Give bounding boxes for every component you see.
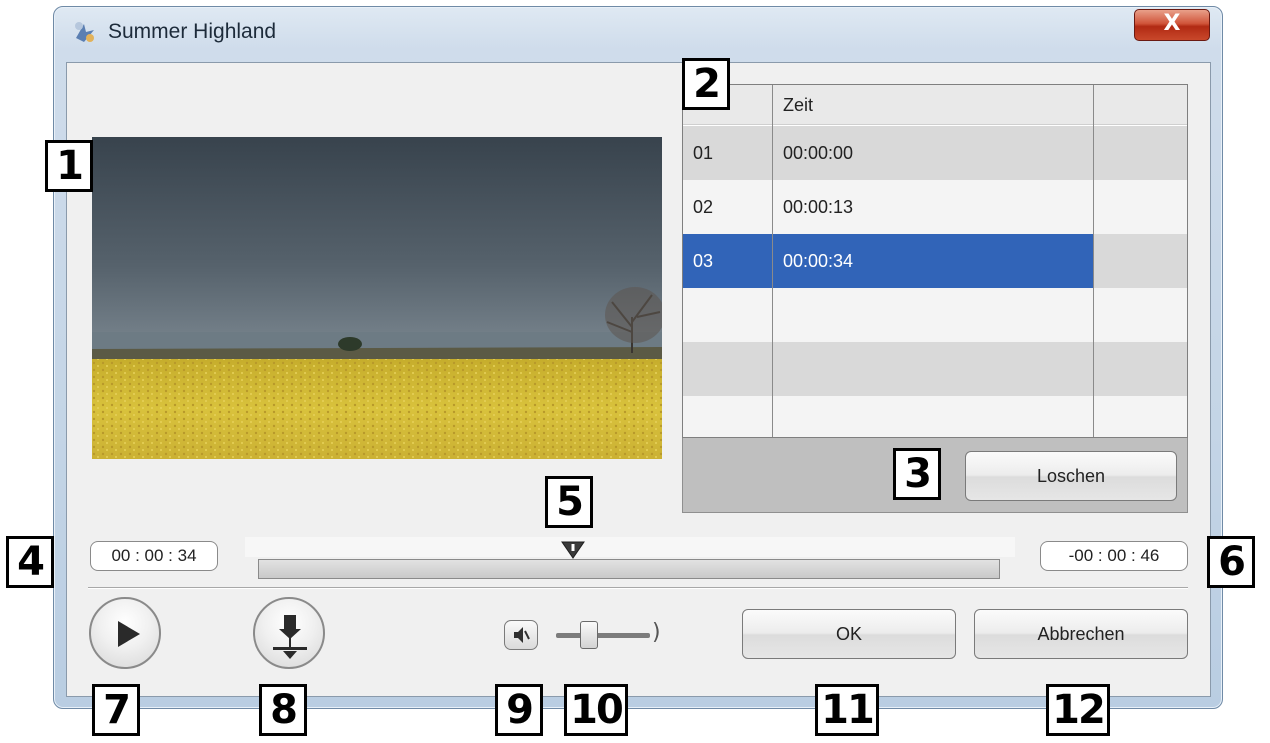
chapter-row-selected[interactable]: 03 00:00:34 — [683, 234, 1187, 288]
callout-1: 1 — [45, 140, 93, 192]
callout-7: 7 — [92, 684, 140, 736]
close-icon: X — [1163, 11, 1181, 36]
chapter-mark-icon — [273, 615, 307, 659]
callout-10: 10 — [564, 684, 628, 736]
chapter-time: 00:00:13 — [783, 197, 854, 217]
callout-3: 3 — [893, 448, 941, 500]
chapter-row-empty[interactable] — [683, 396, 1187, 437]
chapter-row-empty[interactable] — [683, 342, 1187, 396]
column-divider — [772, 85, 773, 437]
volume-track[interactable] — [556, 633, 650, 638]
callout-2: 2 — [682, 58, 730, 110]
chapter-index: 03 — [693, 251, 714, 271]
column-divider — [1093, 85, 1094, 437]
speaker-mute-icon — [514, 627, 530, 643]
remaining-time-display: -00 : 00 : 46 — [1040, 541, 1188, 571]
chapter-index: 02 — [693, 197, 714, 217]
video-frame-image — [92, 137, 662, 459]
chapter-time: 00:00:00 — [783, 143, 854, 163]
callout-6: 6 — [1207, 536, 1255, 588]
callout-8: 8 — [259, 684, 307, 736]
play-button[interactable] — [89, 597, 161, 669]
play-icon — [118, 621, 140, 647]
app-icon — [75, 22, 94, 42]
elapsed-time-display: 00 : 00 : 34 — [90, 541, 218, 571]
selection-highlight — [683, 234, 1093, 288]
volume-wave-icon: ) — [652, 620, 661, 645]
mute-button[interactable] — [504, 620, 538, 650]
window-title: Summer Highland — [108, 20, 277, 43]
chapter-time: 00:00:34 — [783, 251, 854, 271]
chapter-list-header: Zeit — [683, 85, 1187, 125]
video-preview[interactable] — [92, 137, 662, 459]
add-chapter-mark-button[interactable] — [253, 597, 325, 669]
ok-button[interactable]: OK — [742, 609, 956, 659]
chapter-row-empty[interactable] — [683, 288, 1187, 342]
seek-thumb[interactable] — [560, 540, 586, 560]
chapter-row[interactable]: 02 00:00:13 — [683, 180, 1187, 234]
chapter-list: Zeit 01 00:00:00 02 00:00:13 03 00:00:34 — [682, 84, 1188, 438]
volume-slider-thumb[interactable] — [580, 621, 598, 649]
seek-bar[interactable] — [258, 559, 1000, 579]
callout-4: 4 — [6, 536, 54, 588]
column-header-time[interactable]: Zeit — [783, 85, 813, 125]
delete-button[interactable]: Loschen — [965, 451, 1177, 501]
callout-12: 12 — [1046, 684, 1110, 736]
callout-11: 11 — [815, 684, 879, 736]
chapter-index: 01 — [693, 143, 714, 163]
callout-5: 5 — [545, 476, 593, 528]
callout-9: 9 — [495, 684, 543, 736]
seek-area[interactable] — [245, 537, 1015, 557]
chapter-row[interactable]: 01 00:00:00 — [683, 126, 1187, 180]
close-button[interactable]: X — [1134, 9, 1210, 41]
cancel-button[interactable]: Abbrechen — [974, 609, 1188, 659]
separator — [88, 587, 1188, 589]
